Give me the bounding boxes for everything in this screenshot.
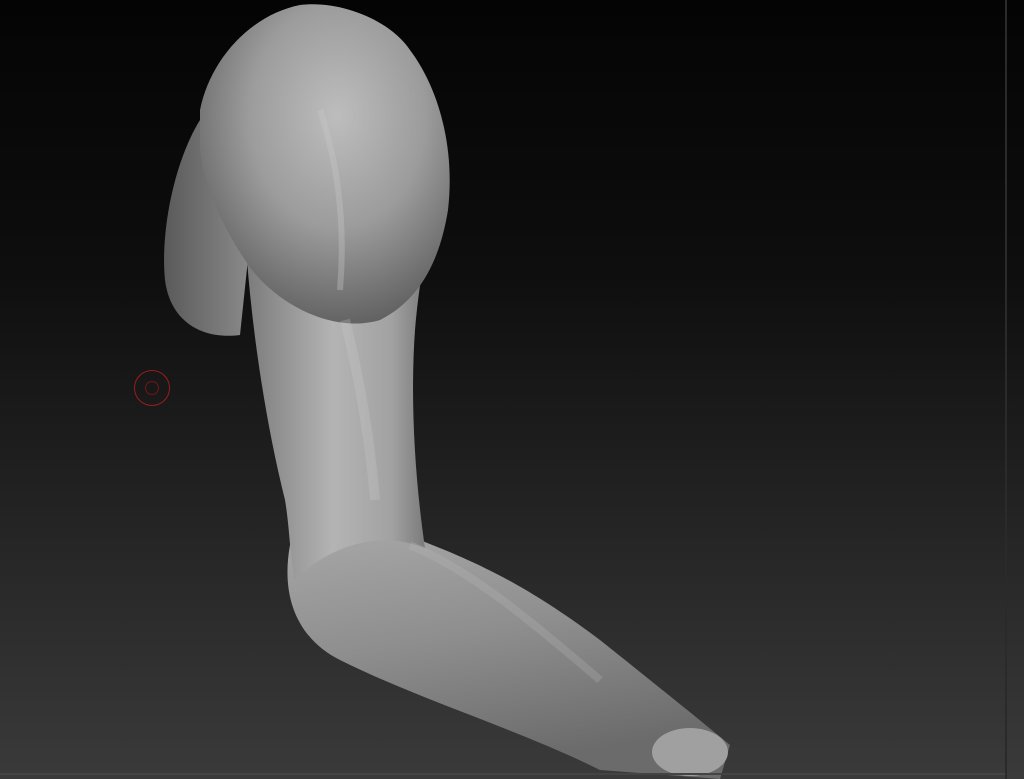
sculpt-viewport[interactable] [0,0,1024,779]
viewport-bottom-edge [0,773,1005,775]
brush-cursor-center [145,381,159,395]
brush-cursor-icon [134,370,170,406]
viewport-right-divider [1005,0,1007,779]
